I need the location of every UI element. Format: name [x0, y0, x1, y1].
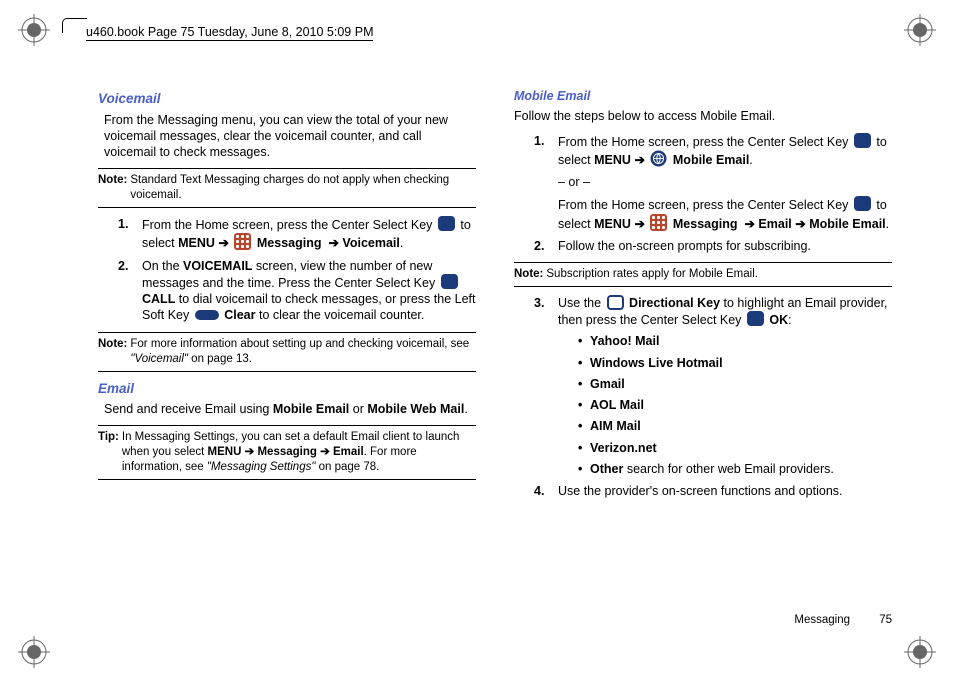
footer-page-number: 75 [879, 614, 892, 626]
note-label: Note: [98, 337, 127, 367]
provider-yahoo: Yahoo! Mail [578, 333, 892, 349]
provider-verizon: Verizon.net [578, 440, 892, 456]
voicemail-step-1: From the Home screen, press the Center S… [118, 216, 476, 252]
note-voicemail-ref: Note: For more information about setting… [98, 332, 476, 372]
crop-mark-top-right [904, 14, 936, 46]
tip-email: Tip: In Messaging Settings, you can set … [98, 425, 476, 480]
provider-aol: AOL Mail [578, 397, 892, 413]
center-select-key-icon [441, 274, 458, 289]
menu-icon [234, 233, 251, 250]
provider-wlh: Windows Live Hotmail [578, 355, 892, 371]
note-text: Standard Text Messaging charges do not a… [130, 173, 476, 203]
note-voicemail-charges: Note: Standard Text Messaging charges do… [98, 168, 476, 208]
crop-mark-top-left [18, 14, 50, 46]
mobile-email-step-3: Use the Directional Key to highlight an … [534, 295, 892, 477]
provider-other: Other search for other web Email provide… [578, 461, 892, 477]
directional-key-icon [607, 295, 624, 310]
left-column: Voicemail From the Messaging menu, you c… [98, 88, 476, 602]
note-text: For more information about setting up an… [130, 337, 476, 367]
book-corner-icon [62, 18, 87, 33]
book-header: u460.book Page 75 Tuesday, June 8, 2010 … [86, 25, 373, 41]
voicemail-steps: From the Home screen, press the Center S… [118, 216, 476, 324]
crop-mark-bottom-right [904, 636, 936, 668]
page-footer: Messaging 75 [794, 614, 892, 626]
menu-icon [650, 214, 667, 231]
mobile-email-steps-1: From the Home screen, press the Center S… [534, 133, 892, 255]
note-label: Note: [98, 173, 127, 203]
tip-label: Tip: [98, 430, 119, 475]
note-text: Subscription rates apply for Mobile Emai… [546, 267, 892, 282]
tip-text: In Messaging Settings, you can set a def… [122, 430, 476, 475]
note-label: Note: [514, 267, 543, 282]
page-body: Voicemail From the Messaging menu, you c… [98, 88, 892, 602]
crop-mark-bottom-left [18, 636, 50, 668]
mobile-email-step-2: Follow the on-screen prompts for subscri… [534, 238, 892, 254]
voicemail-intro: From the Messaging menu, you can view th… [104, 112, 476, 161]
heading-voicemail: Voicemail [98, 90, 476, 108]
provider-gmail: Gmail [578, 376, 892, 392]
right-column: Mobile Email Follow the steps below to a… [514, 88, 892, 602]
center-select-key-icon [854, 133, 871, 148]
voicemail-step-2: On the VOICEMAIL screen, view the number… [118, 258, 476, 324]
provider-aim: AIM Mail [578, 418, 892, 434]
provider-list: Yahoo! Mail Windows Live Hotmail Gmail A… [578, 333, 892, 477]
footer-section: Messaging [794, 614, 850, 626]
mobile-email-step-4: Use the provider's on-screen functions a… [534, 483, 892, 499]
center-select-key-icon [747, 311, 764, 326]
center-select-key-icon [854, 196, 871, 211]
mobile-email-intro: Follow the steps below to access Mobile … [514, 108, 892, 124]
heading-email: Email [98, 380, 476, 398]
mobile-email-step-1: From the Home screen, press the Center S… [534, 133, 892, 232]
mobile-email-steps-2: Use the Directional Key to highlight an … [534, 295, 892, 500]
media-center-icon [650, 150, 667, 167]
note-subscription: Note: Subscription rates apply for Mobil… [514, 262, 892, 287]
left-soft-key-icon [195, 310, 219, 320]
heading-mobile-email: Mobile Email [514, 88, 892, 104]
center-select-key-icon [438, 216, 455, 231]
email-intro: Send and receive Email using Mobile Emai… [104, 401, 476, 417]
